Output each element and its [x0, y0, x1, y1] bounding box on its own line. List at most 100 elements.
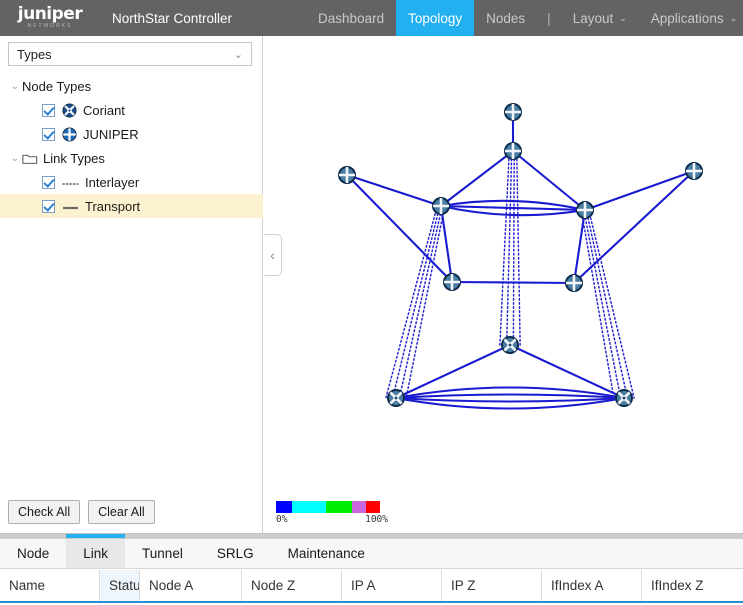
topology-node-juniper[interactable] — [432, 197, 450, 215]
column-header-ip-z[interactable]: IP Z — [442, 570, 542, 601]
tab-node[interactable]: Node — [0, 539, 66, 568]
tab-tunnel[interactable]: Tunnel — [125, 539, 200, 568]
column-header-node-z[interactable]: Node Z — [242, 570, 342, 601]
tree-group-node-types[interactable]: ⌄ Node Types — [0, 74, 263, 98]
bottom-tabbar: Node Link Tunnel SRLG Maintenance — [0, 534, 743, 569]
column-header-ifindex-a[interactable]: IfIndex A — [542, 570, 642, 601]
juniper-logo[interactable]: juniper NETWORKS — [0, 0, 100, 36]
sidebar-collapse-handle[interactable]: ‹ — [264, 234, 282, 276]
bottom-table-panel: Node Link Tunnel SRLG Maintenance Name S… — [0, 533, 743, 605]
topology-node-juniper[interactable] — [443, 273, 461, 291]
solid-line-icon — [62, 201, 79, 211]
nav-item-topology[interactable]: Topology — [396, 0, 475, 36]
app-title: NorthStar Controller — [112, 10, 233, 26]
chevron-down-icon: ⌄ — [619, 12, 627, 23]
nav-menu-layout-label: Layout — [572, 10, 614, 26]
topology-node-juniper[interactable] — [504, 103, 522, 121]
tree-item-label: Coriant — [83, 102, 125, 118]
tree-group-link-types[interactable]: ⌄ Link Types — [0, 146, 263, 170]
interlayer-link[interactable] — [391, 205, 441, 399]
tree-item-coriant[interactable]: Coriant — [0, 98, 263, 122]
interlayer-link[interactable] — [583, 209, 622, 399]
tree-item-juniper[interactable]: JUNIPER — [0, 122, 263, 146]
types-tree: ⌄ Node Types Coriant JUNIPER ⌄ Link Type… — [0, 74, 263, 218]
transport-link[interactable] — [440, 150, 514, 207]
tree-item-transport[interactable]: Transport — [0, 194, 263, 218]
tree-group-label: Link Types — [43, 150, 105, 166]
topology-node-juniper[interactable] — [504, 142, 522, 160]
tree-group-label: Node Types — [22, 78, 92, 94]
types-dropdown[interactable]: Types ⌄ — [8, 42, 252, 66]
topology-node-coriant[interactable] — [387, 389, 405, 407]
interlayer-link[interactable] — [580, 209, 615, 399]
node-core[interactable] — [508, 343, 512, 347]
topology-node-juniper[interactable] — [685, 162, 703, 180]
node-core[interactable] — [394, 396, 398, 400]
legend-swatch — [366, 501, 380, 513]
main-nav: Dashboard Topology Nodes | Layout ⌄ Appl… — [306, 0, 743, 36]
column-header-ifindex-z[interactable]: IfIndex Z — [642, 570, 743, 601]
tab-maintenance[interactable]: Maintenance — [271, 539, 382, 568]
legend-swatch — [326, 501, 352, 513]
nav-menu-applications[interactable]: Applications ⌄ — [639, 0, 743, 36]
check-all-button[interactable]: Check All — [8, 500, 81, 524]
legend-min-label: 0% — [276, 514, 288, 525]
tree-item-label: Transport — [85, 198, 141, 214]
nav-item-nodes[interactable]: Nodes — [474, 0, 537, 36]
interlayer-checkbox[interactable] — [42, 175, 55, 189]
column-header-name[interactable]: Name — [0, 570, 100, 601]
sidebar-buttons: Check All Clear All — [8, 500, 155, 524]
transport-link[interactable] — [584, 170, 695, 211]
legend-labels: 0% 100% — [276, 514, 388, 525]
transport-link[interactable] — [346, 174, 453, 283]
interlayer-link[interactable] — [385, 205, 439, 399]
interlayer-link[interactable] — [515, 150, 521, 346]
coriant-checkbox[interactable] — [42, 103, 55, 117]
column-header-ip-a[interactable]: IP A — [342, 570, 442, 601]
legend-max-label: 100% — [365, 514, 388, 525]
transport-link[interactable] — [451, 280, 575, 285]
nav-separator: | — [547, 10, 551, 26]
dotted-line-icon — [62, 177, 79, 187]
node-core[interactable] — [622, 396, 626, 400]
transport-checkbox[interactable] — [42, 199, 55, 213]
topology-node-juniper[interactable] — [565, 274, 583, 292]
chevron-down-icon[interactable]: ⌄ — [8, 153, 22, 164]
types-dropdown-value: Types — [17, 46, 52, 62]
top-navigation-bar: juniper NETWORKS NorthStar Controller Da… — [0, 0, 743, 36]
topology-node-juniper[interactable] — [338, 166, 356, 184]
transport-link[interactable] — [572, 209, 587, 284]
legend-color-bar — [276, 501, 380, 513]
column-header-node-a[interactable]: Node A — [140, 570, 242, 601]
chevron-down-icon[interactable]: ⌄ — [8, 81, 22, 92]
tab-link[interactable]: Link — [66, 534, 126, 568]
topology-node-coriant[interactable] — [615, 389, 633, 407]
legend-swatch — [352, 501, 366, 513]
topology-map[interactable]: ‹ 0% 100% — [264, 36, 743, 533]
legend-swatch — [292, 501, 326, 513]
transport-link[interactable] — [395, 396, 625, 403]
juniper-checkbox[interactable] — [42, 127, 55, 141]
transport-link[interactable] — [395, 393, 625, 400]
nav-menu-layout[interactable]: Layout ⌄ — [561, 0, 639, 36]
link-table-header: Name Status Node A Node Z IP A IP Z IfIn… — [0, 570, 743, 603]
transport-link[interactable] — [439, 205, 454, 283]
tree-item-interlayer[interactable]: Interlayer — [0, 170, 263, 194]
nav-menu-applications-label: Applications — [650, 10, 724, 26]
interlayer-link[interactable] — [587, 209, 635, 399]
folder-icon — [22, 152, 38, 165]
tree-item-label: Interlayer — [85, 174, 140, 190]
column-header-status[interactable]: Status — [100, 570, 140, 601]
topology-node-coriant[interactable] — [501, 336, 519, 354]
clear-all-button[interactable]: Clear All — [88, 500, 155, 524]
nav-item-dashboard[interactable]: Dashboard — [306, 0, 396, 36]
transport-link[interactable] — [573, 170, 695, 284]
tree-item-label: JUNIPER — [83, 126, 139, 142]
chevron-down-icon: ⌄ — [233, 48, 243, 61]
interlayer-link[interactable] — [512, 150, 515, 346]
chevron-down-icon: ⌄ — [729, 12, 738, 23]
topology-node-juniper[interactable] — [576, 201, 594, 219]
tab-srlg[interactable]: SRLG — [200, 539, 271, 568]
topology-graph[interactable] — [264, 36, 743, 533]
utilization-legend: 0% 100% — [276, 501, 396, 525]
